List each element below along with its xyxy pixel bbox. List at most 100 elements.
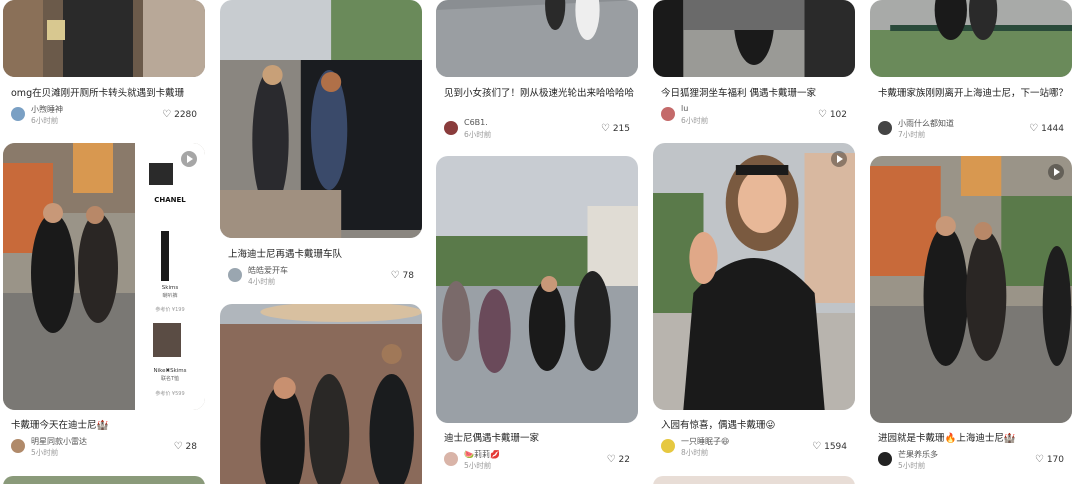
note-cover[interactable] xyxy=(653,0,855,77)
author-row[interactable]: 明星同款小雷达 5小时前 ♡ 28 xyxy=(11,436,197,458)
like-count: 28 xyxy=(185,442,197,452)
note-cover[interactable]: CHANEL Skims 喇叭裤 参考价 ¥199 Nike✖Skims 联名T… xyxy=(3,143,205,410)
heart-icon[interactable]: ♡ xyxy=(1029,123,1038,134)
product-caption: 喇叭裤 xyxy=(162,293,178,299)
note-cover[interactable] xyxy=(653,476,855,484)
author-name[interactable]: 🍉莉莉💋 xyxy=(464,449,500,460)
note-cover[interactable] xyxy=(220,304,422,484)
post-time: 8小时前 xyxy=(681,448,709,457)
note-cover[interactable] xyxy=(653,143,855,410)
note-cover[interactable] xyxy=(436,0,638,77)
author-row[interactable]: 小雨什么都知道 7小时前 ♡ 1444 xyxy=(878,118,1064,140)
note-title[interactable]: 卡戴珊今天在迪士尼🏰 xyxy=(11,419,201,433)
note-title[interactable]: omg在贝滩刚开厕所卡转头就遇到卡戴珊 xyxy=(11,87,201,101)
heart-icon[interactable]: ♡ xyxy=(391,270,400,281)
play-icon xyxy=(181,151,197,167)
cover-image xyxy=(436,0,638,77)
heart-icon[interactable]: ♡ xyxy=(812,441,821,452)
author-row[interactable]: 🍉莉莉💋 5小时前 ♡ 22 xyxy=(444,449,630,471)
like-button[interactable]: ♡ 215 xyxy=(601,123,630,134)
avatar[interactable] xyxy=(878,121,892,135)
note-title[interactable]: 迪士尼偶遇卡戴珊一家 xyxy=(444,432,634,446)
like-button[interactable]: ♡ 22 xyxy=(607,454,630,465)
post-time: 5小时前 xyxy=(898,461,926,470)
heart-icon[interactable]: ♡ xyxy=(174,441,183,452)
product-name: Skims xyxy=(161,285,179,291)
cover-image xyxy=(220,0,422,238)
author-row[interactable]: 一只睡眠子😆 8小时前 ♡ 1594 xyxy=(661,436,847,458)
like-button[interactable]: ♡ 78 xyxy=(391,270,414,281)
cover-image xyxy=(870,156,1072,423)
note-title[interactable]: 见到小女孩们了！刚从极速光轮出来哈哈哈哈 xyxy=(444,87,634,101)
avatar[interactable] xyxy=(661,439,675,453)
note-cover[interactable] xyxy=(870,156,1072,423)
author-name[interactable]: C6B1. xyxy=(464,118,488,127)
post-time: 4小时前 xyxy=(248,277,276,286)
like-count: 78 xyxy=(402,271,414,281)
cover-image xyxy=(3,0,205,77)
avatar[interactable] xyxy=(444,452,458,466)
heart-icon[interactable]: ♡ xyxy=(162,109,171,120)
like-button[interactable]: ♡ 2280 xyxy=(162,109,197,120)
like-count: 102 xyxy=(829,110,847,120)
avatar[interactable] xyxy=(878,452,892,466)
author-name[interactable]: 芒果养乐多 xyxy=(898,449,938,460)
post-time: 6小时前 xyxy=(31,116,59,125)
product-price: 参考价 ¥599 xyxy=(155,391,185,397)
play-icon xyxy=(1048,164,1064,180)
like-count: 1594 xyxy=(824,442,847,452)
note-cover[interactable] xyxy=(3,0,205,77)
avatar[interactable] xyxy=(11,439,25,453)
product-price: 参考价 ¥199 xyxy=(155,307,185,313)
like-button[interactable]: ♡ 1594 xyxy=(812,441,847,452)
avatar[interactable] xyxy=(228,268,242,282)
author-row[interactable]: 芒果养乐多 5小时前 ♡ 170 xyxy=(878,449,1064,471)
heart-icon[interactable]: ♡ xyxy=(607,454,616,465)
cover-image xyxy=(653,0,855,77)
product-name: Nike✖Skims xyxy=(153,368,187,374)
like-count: 1444 xyxy=(1041,124,1064,134)
author-row[interactable]: 皓皓爱开车 4小时前 ♡ 78 xyxy=(228,265,414,287)
like-count: 22 xyxy=(618,455,630,465)
cover-image xyxy=(653,143,855,410)
author-name[interactable]: lu xyxy=(681,104,688,113)
cover-image xyxy=(870,0,1072,77)
like-button[interactable]: ♡ 1444 xyxy=(1029,123,1064,134)
like-button[interactable]: ♡ 170 xyxy=(1035,454,1064,465)
note-cover[interactable] xyxy=(3,476,205,484)
like-count: 215 xyxy=(612,124,630,134)
author-name[interactable]: 皓皓爱开车 xyxy=(248,265,288,276)
post-time: 6小时前 xyxy=(464,130,492,139)
author-name[interactable]: 小雨什么都知道 xyxy=(898,118,954,129)
post-time: 5小时前 xyxy=(31,448,59,457)
author-row[interactable]: C6B1. 6小时前 ♡ 215 xyxy=(444,118,630,140)
author-row[interactable]: lu 6小时前 ♡ 102 xyxy=(661,104,847,126)
heart-icon[interactable]: ♡ xyxy=(1035,454,1044,465)
post-time: 6小时前 xyxy=(681,116,709,125)
author-name[interactable]: 小煦睡神 xyxy=(31,104,63,115)
like-count: 2280 xyxy=(174,110,197,120)
heart-icon[interactable]: ♡ xyxy=(818,109,827,120)
note-cover[interactable] xyxy=(870,0,1072,77)
product-caption: 联名T恤 xyxy=(160,376,180,382)
like-button[interactable]: ♡ 28 xyxy=(174,441,197,452)
note-title[interactable]: 进园就是卡戴珊🔥上海迪士尼🏰 xyxy=(878,432,1068,446)
post-time: 7小时前 xyxy=(898,130,926,139)
heart-icon[interactable]: ♡ xyxy=(601,123,610,134)
cover-image xyxy=(436,156,638,423)
note-title[interactable]: 入园有惊喜，偶遇卡戴珊😜 xyxy=(661,419,851,433)
note-cover[interactable] xyxy=(436,156,638,423)
author-name[interactable]: 一只睡眠子😆 xyxy=(681,436,729,447)
avatar[interactable] xyxy=(444,121,458,135)
post-time: 5小时前 xyxy=(464,461,492,470)
note-title[interactable]: 今日狐狸洞坐车福利 偶遇卡戴珊一家 xyxy=(661,87,851,101)
author-name[interactable]: 明星同款小雷达 xyxy=(31,436,87,447)
like-button[interactable]: ♡ 102 xyxy=(818,109,847,120)
cover-image xyxy=(3,476,205,484)
note-title[interactable]: 上海迪士尼再遇卡戴珊车队 xyxy=(228,248,418,262)
avatar[interactable] xyxy=(11,107,25,121)
author-row[interactable]: 小煦睡神 6小时前 ♡ 2280 xyxy=(11,104,197,126)
note-cover[interactable] xyxy=(220,0,422,238)
avatar[interactable] xyxy=(661,107,675,121)
note-title[interactable]: 卡戴珊家族刚刚离开上海迪士尼，下一站哪？ xyxy=(878,87,1068,101)
